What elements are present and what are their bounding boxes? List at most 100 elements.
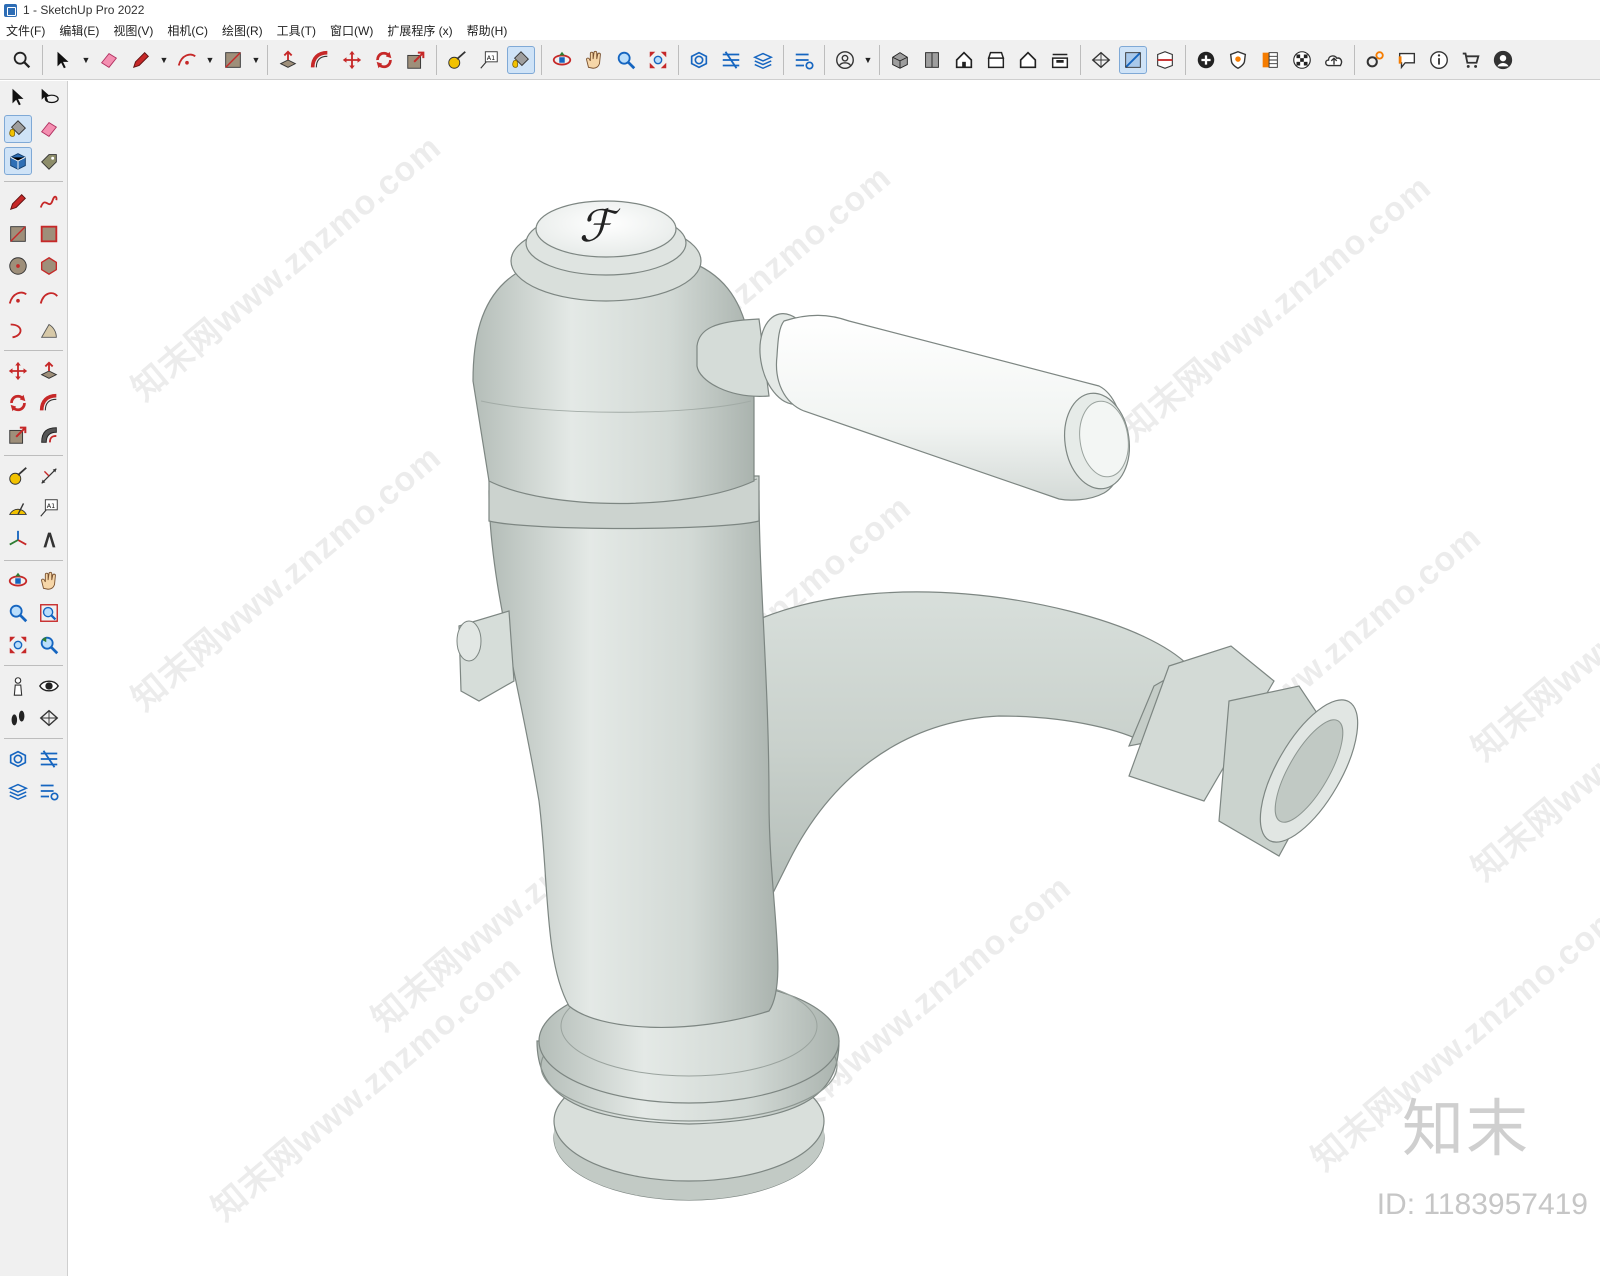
right-view-icon[interactable] — [982, 46, 1010, 74]
dropdown-arrow-icon[interactable]: ▼ — [251, 46, 261, 74]
zoom-window-icon[interactable] — [35, 599, 63, 627]
top-view-icon[interactable] — [918, 46, 946, 74]
orbit-select-icon[interactable] — [35, 83, 63, 111]
cart-icon[interactable] — [1457, 46, 1485, 74]
dropdown-arrow-icon[interactable]: ▼ — [863, 46, 873, 74]
tag-icon[interactable] — [35, 147, 63, 175]
menu-item-4[interactable]: 绘图(R) — [222, 22, 263, 39]
iso-view-icon[interactable] — [886, 46, 914, 74]
add-location-icon[interactable] — [1192, 46, 1220, 74]
protractor-icon[interactable] — [4, 494, 32, 522]
orbit-icon[interactable] — [548, 46, 576, 74]
text-label-icon[interactable]: A1 — [35, 494, 63, 522]
shield-icon[interactable] — [1224, 46, 1252, 74]
menu-item-2[interactable]: 视图(V) — [113, 22, 153, 39]
cloud-upload-icon[interactable] — [1320, 46, 1348, 74]
push-pull-icon[interactable] — [274, 46, 302, 74]
section-cut-icon[interactable] — [1151, 46, 1179, 74]
layout-icon[interactable] — [749, 46, 777, 74]
extension-manager-icon[interactable] — [35, 777, 63, 805]
user-icon[interactable] — [1489, 46, 1517, 74]
gears-icon[interactable] — [1361, 46, 1389, 74]
three-point-arc-icon[interactable] — [4, 316, 32, 344]
rectangle-icon[interactable] — [4, 220, 32, 248]
pan-hand-icon[interactable] — [35, 567, 63, 595]
speech-bubble-icon[interactable] — [1393, 46, 1421, 74]
scale-icon[interactable] — [402, 46, 430, 74]
offset-icon[interactable] — [35, 421, 63, 449]
rotated-rectangle-icon[interactable] — [35, 220, 63, 248]
component-icon[interactable] — [4, 147, 32, 175]
rectangle-icon[interactable] — [219, 46, 247, 74]
paint-bucket-icon[interactable] — [4, 115, 32, 143]
menu-item-5[interactable]: 工具(T) — [277, 22, 316, 39]
3d-text-icon[interactable] — [35, 526, 63, 554]
move-icon[interactable] — [338, 46, 366, 74]
section-plane-icon[interactable] — [35, 704, 63, 732]
pie-icon[interactable] — [35, 316, 63, 344]
eraser-icon[interactable] — [95, 46, 123, 74]
menu-item-7[interactable]: 扩展程序 (x) — [387, 22, 452, 39]
3d-viewport[interactable]: 知末网www.znzmo.com 知末网www.znzmo.com 知末网www.z… — [69, 81, 1600, 1276]
3d-warehouse-icon[interactable] — [685, 46, 713, 74]
rotate-icon[interactable] — [4, 389, 32, 417]
polygon-icon[interactable] — [35, 252, 63, 280]
layout-icon[interactable] — [4, 777, 32, 805]
pan-hand-icon[interactable] — [580, 46, 608, 74]
position-camera-icon[interactable] — [4, 672, 32, 700]
circle-icon[interactable] — [4, 252, 32, 280]
dropdown-arrow-icon[interactable]: ▼ — [81, 46, 91, 74]
account-icon[interactable] — [831, 46, 859, 74]
dropdown-arrow-icon[interactable]: ▼ — [159, 46, 169, 74]
zoom-icon[interactable] — [612, 46, 640, 74]
info-icon[interactable] — [1425, 46, 1453, 74]
lever-handle[interactable] — [696, 308, 1135, 501]
extension-warehouse-icon[interactable] — [35, 745, 63, 773]
menu-item-8[interactable]: 帮助(H) — [467, 22, 508, 39]
arc-icon[interactable] — [173, 46, 201, 74]
section-fill-icon[interactable] — [1119, 45, 1147, 74]
walk-icon[interactable] — [4, 704, 32, 732]
previous-view-icon[interactable] — [35, 631, 63, 659]
front-view-icon[interactable] — [950, 46, 978, 74]
menu-item-6[interactable]: 窗口(W) — [330, 22, 373, 39]
select-arrow-icon[interactable] — [4, 83, 32, 111]
freehand-icon[interactable] — [35, 188, 63, 216]
dropdown-arrow-icon[interactable]: ▼ — [205, 46, 215, 74]
select-arrow-icon[interactable] — [49, 46, 77, 74]
materials-icon[interactable] — [1256, 46, 1284, 74]
follow-me-icon[interactable] — [35, 389, 63, 417]
orbit-icon[interactable] — [4, 567, 32, 595]
search-icon[interactable] — [8, 46, 36, 74]
arc-icon[interactable] — [4, 284, 32, 312]
follow-me-icon[interactable] — [306, 46, 334, 74]
3d-warehouse-icon[interactable] — [4, 745, 32, 773]
text-label-icon[interactable]: A1 — [475, 46, 503, 74]
rotate-icon[interactable] — [370, 46, 398, 74]
left-view-icon[interactable] — [1046, 46, 1074, 74]
two-point-arc-icon[interactable] — [35, 284, 63, 312]
pencil-icon[interactable] — [4, 188, 32, 216]
tape-measure-icon[interactable] — [443, 46, 471, 74]
look-around-icon[interactable] — [35, 672, 63, 700]
move-icon[interactable] — [4, 357, 32, 385]
dimension-icon[interactable] — [35, 462, 63, 490]
tape-measure-icon[interactable] — [4, 462, 32, 490]
faucet-model[interactable]: ℱ — [69, 81, 1600, 1276]
pencil-icon[interactable] — [127, 46, 155, 74]
extension-warehouse-icon[interactable] — [717, 46, 745, 74]
paint-bucket-icon[interactable] — [507, 45, 535, 74]
eraser-icon[interactable] — [35, 115, 63, 143]
menu-item-1[interactable]: 编辑(E) — [59, 22, 99, 39]
axes-icon[interactable] — [4, 526, 32, 554]
push-pull-icon[interactable] — [35, 357, 63, 385]
zoom-extents-icon[interactable] — [4, 631, 32, 659]
checker-icon[interactable] — [1288, 46, 1316, 74]
back-view-icon[interactable] — [1014, 46, 1042, 74]
zoom-icon[interactable] — [4, 599, 32, 627]
section-plane-icon[interactable] — [1087, 46, 1115, 74]
scale-icon[interactable] — [4, 421, 32, 449]
menu-item-0[interactable]: 文件(F) — [6, 22, 45, 39]
extension-manager-icon[interactable] — [790, 46, 818, 74]
zoom-extents-icon[interactable] — [644, 46, 672, 74]
